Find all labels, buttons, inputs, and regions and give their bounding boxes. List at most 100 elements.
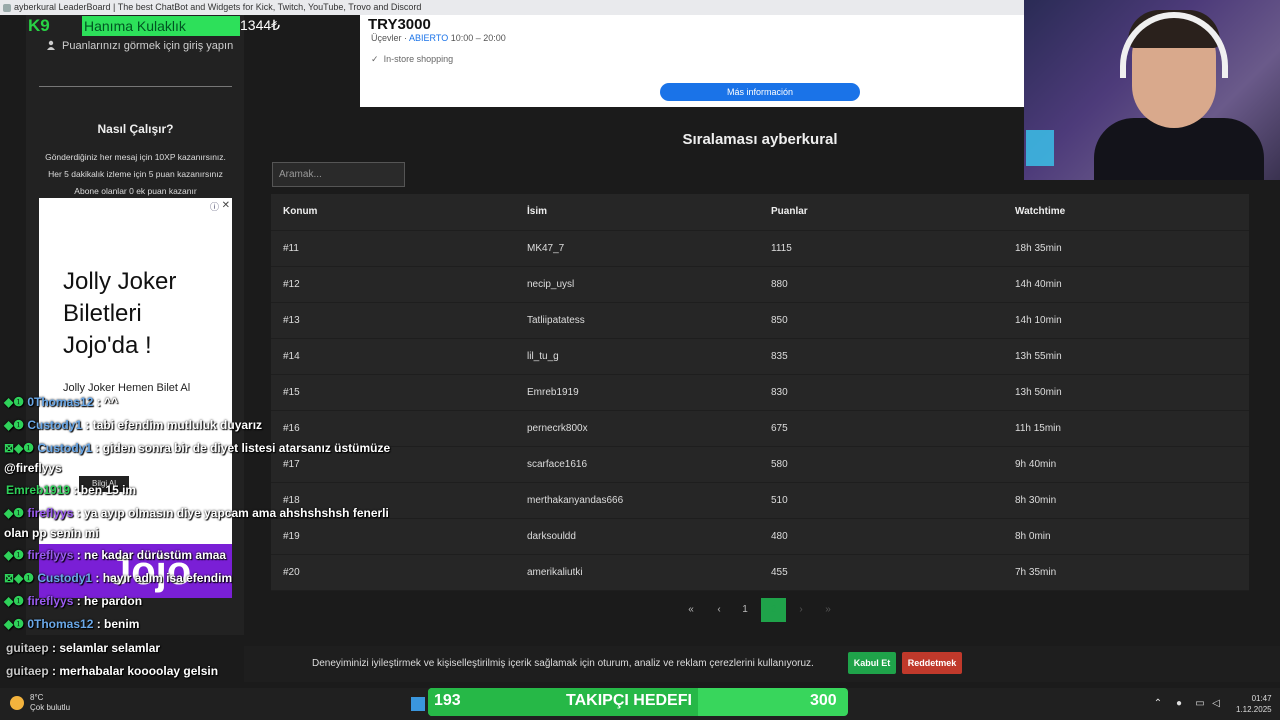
chat-username: 0Thomas12: [27, 617, 94, 631]
how-it-works-line: Abone olanlar 0 ek puan kazanır: [74, 186, 197, 196]
name-cell: Emreb1919: [527, 387, 579, 398]
overlay-price: 1344₺: [240, 17, 281, 33]
name-cell: darksouldd: [527, 531, 576, 542]
chat-username: Custody1: [27, 418, 83, 432]
watchtime-cell: 14h 10min: [1015, 315, 1062, 326]
weather-widget[interactable]: 8°C Çok bulutlu: [10, 693, 70, 713]
column-header[interactable]: Watchtime: [1015, 194, 1065, 230]
page-title: Sıralaması ayberkural: [682, 131, 838, 148]
column-header[interactable]: Puanlar: [771, 194, 808, 230]
check-icon: ✓: [371, 54, 379, 64]
map-shopping: ✓ In-store shopping: [371, 54, 453, 65]
k9-logo: K9: [28, 16, 50, 35]
chat-message: ⊠◆❶ Custody1 : hayır adım isa efendim: [4, 571, 232, 585]
table-row: #20 amerikaliutki 455 7h 35min: [271, 555, 1249, 591]
chat-badges: ◆❶: [4, 506, 24, 520]
accept-cookies-button[interactable]: Kabul Et: [848, 652, 896, 674]
watchtime-cell: 9h 40min: [1015, 459, 1057, 470]
chat-message: ⊠◆❶ Custody1 : giden sonra bir de diyet …: [4, 441, 390, 455]
user-icon: [47, 40, 55, 50]
clock-time: 01:47: [1251, 694, 1272, 703]
watchtime-cell: 7h 35min: [1015, 567, 1057, 578]
chat-badges: ◆❶: [4, 418, 24, 432]
chat-text: : ben 15 im: [73, 483, 137, 497]
name-cell: pernecrk800x: [527, 423, 588, 434]
tray-display-icon[interactable]: ▭: [1194, 698, 1206, 710]
points-cell: 480: [771, 531, 788, 542]
first-page-icon[interactable]: «: [684, 598, 698, 622]
follower-goal-label: TAKIPÇI HEDEFI: [566, 692, 692, 709]
watchtime-cell: 8h 0min: [1015, 531, 1051, 542]
tray-chevron-icon[interactable]: ⌃: [1152, 698, 1164, 710]
map-open-state: ABIERTO: [409, 33, 449, 43]
map-info-panel: Üçevler · ABIERTO 10:00 – 20:00 ✓ In-sto…: [360, 15, 1024, 107]
tray-mic-icon[interactable]: ●: [1173, 698, 1185, 710]
weather-icon: [10, 696, 24, 710]
follower-count: 193: [434, 692, 461, 709]
watchtime-cell: 11h 15min: [1015, 423, 1061, 434]
clock-date: 1.12.2025: [1236, 705, 1272, 714]
rank-cell: #15: [283, 387, 300, 398]
browser-tab[interactable]: ayberkural LeaderBoard | The best ChatBo…: [0, 0, 1024, 15]
ad-subtitle: Jolly Joker Hemen Bilet Al: [63, 382, 191, 394]
chat-text: : ^^: [96, 395, 119, 409]
webcam-feed: [1024, 0, 1280, 180]
name-cell: merthakanyandas666: [527, 495, 624, 506]
system-clock[interactable]: 01:47 1.12.2025: [1236, 693, 1272, 715]
watchtime-cell: 13h 55min: [1015, 351, 1062, 362]
login-hint-text: Puanlarınızı görmek için giriş yapın: [62, 40, 234, 52]
chat-username: fireflyys: [27, 594, 74, 608]
next-page-icon[interactable]: ›: [794, 598, 808, 622]
points-cell: 455: [771, 567, 788, 578]
table-row: #15 Emreb1919 830 13h 50min: [271, 375, 1249, 411]
table-row: #14 lil_tu_g 835 13h 55min: [271, 339, 1249, 375]
last-page-icon[interactable]: »: [821, 598, 835, 622]
search-input[interactable]: [272, 162, 405, 187]
chat-text: : ya ayıp olmasın diye yapcam ama ahshsh…: [76, 506, 389, 520]
table-header: Konum İsim Puanlar Watchtime: [271, 194, 1249, 231]
chat-text: : selamlar selamlar: [52, 641, 161, 655]
chat-username: guitaep: [6, 664, 49, 678]
leaderboard-table: Konum İsim Puanlar Watchtime #11 MK47_7 11…: [271, 194, 1249, 591]
map-shopping-label: In-store shopping: [383, 54, 454, 64]
reject-cookies-button[interactable]: Reddetmek: [902, 652, 962, 674]
chat-message: guitaep : selamlar selamlar: [6, 641, 160, 655]
column-header[interactable]: Konum: [283, 194, 317, 230]
watchtime-cell: 18h 35min: [1015, 243, 1062, 254]
column-header[interactable]: İsim: [527, 194, 547, 230]
ad-close-icon[interactable]: ✕: [222, 200, 230, 211]
page-2-button[interactable]: 2: [761, 598, 786, 622]
chat-message-continued: @fireflyys: [4, 461, 62, 475]
map-hours-prefix: Üçevler ·: [371, 33, 408, 43]
chat-username: Custody1: [37, 571, 93, 585]
table-row: #13 Tatliipatatess 850 14h 10min: [271, 303, 1249, 339]
name-cell: lil_tu_g: [527, 351, 559, 362]
login-hint[interactable]: Puanlarınızı görmek için giriş yapın: [46, 40, 233, 52]
table-row: #12 necip_uysl 880 14h 40min: [271, 267, 1249, 303]
tab-favicon-icon: [3, 4, 11, 12]
chat-message: ◆❶ fireflyys : ya ayıp olmasın diye yapc…: [4, 506, 389, 520]
points-cell: 580: [771, 459, 788, 470]
ad-info-icon[interactable]: ⓘ: [210, 200, 219, 213]
chat-badges: ◆❶: [4, 395, 24, 409]
more-info-button[interactable]: Más información: [660, 83, 860, 101]
chat-message: ◆❶ fireflyys : ne kadar dürüstüm amaa: [4, 548, 226, 562]
tray-volume-icon[interactable]: ◁: [1210, 698, 1222, 710]
tab-title: ayberkural LeaderBoard | The best ChatBo…: [14, 2, 422, 12]
windows-start-icon[interactable]: [411, 697, 425, 711]
prev-page-icon[interactable]: ‹: [712, 598, 726, 622]
chat-message: ◆❶ 0Thomas12 : ^^: [4, 395, 118, 409]
chat-username: Custody1: [37, 441, 93, 455]
chat-text: : tabi efendim mutluluk duyarız: [85, 418, 263, 432]
chat-username: Emreb1919: [6, 483, 71, 497]
cookie-banner: Deneyiminizi iyileştirmek ve kişiselleşt…: [244, 646, 1280, 682]
page-1-button[interactable]: 1: [738, 598, 752, 622]
chat-badges: ◆❶: [4, 548, 24, 562]
rank-cell: #13: [283, 315, 300, 326]
chat-username: guitaep: [6, 641, 49, 655]
table-row: #17 scarface1616 580 9h 40min: [271, 447, 1249, 483]
promo-code: TRY3000: [368, 16, 431, 33]
chat-text: : merhabalar koooolay gelsin: [52, 664, 219, 678]
chat-text: : giden sonra bir de diyet listesi atars…: [95, 441, 391, 455]
points-cell: 880: [771, 279, 788, 290]
